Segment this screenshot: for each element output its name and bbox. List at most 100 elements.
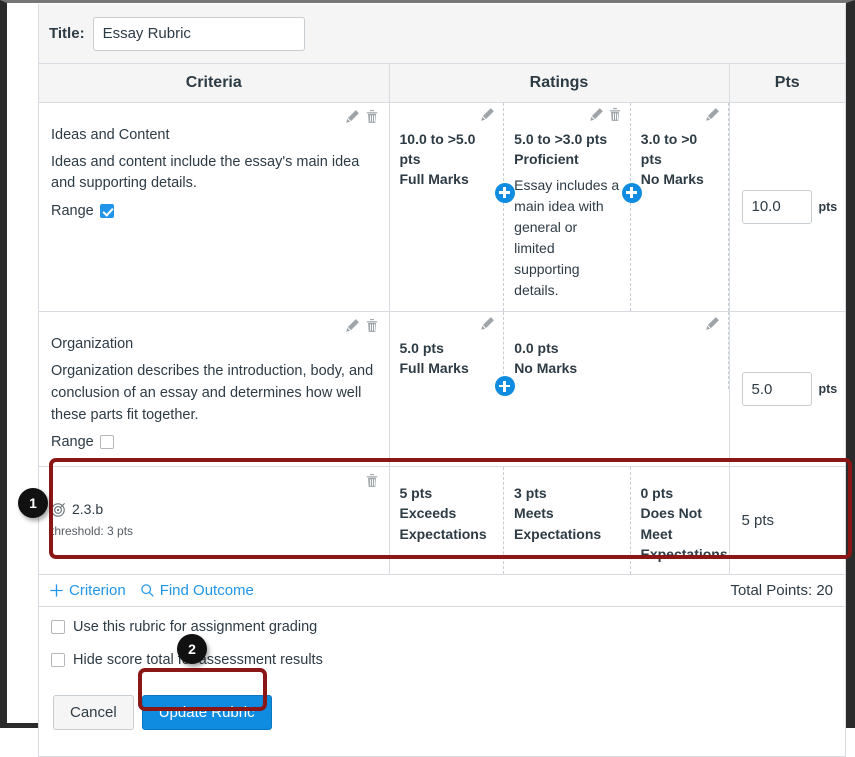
rating-points: 3 pts [514,485,547,502]
rubric-title-input[interactable] [92,16,305,51]
rating-points: 3.0 to >0 pts [640,130,698,167]
points-wrapper: pts [741,189,846,224]
rating-column: 3.0 to >0 pts No Marks [631,102,729,312]
criterion-points-input[interactable] [741,372,812,407]
find-outcome-label: Find Outcome [159,582,254,600]
edit-pencil-icon[interactable] [705,316,720,331]
cancel-button[interactable]: Cancel [53,695,134,731]
rubric-table: Criteria Ratings Pts Ideas and Content I… [39,64,846,575]
rating-actions [480,316,495,331]
rating-name: Meets Expectations [514,505,602,542]
criterion-name: Organization [51,336,134,353]
browser-page-frame: Title: Criteria Ratings Pts [0,0,855,757]
add-criterion-link[interactable]: Criterion [49,582,126,599]
rating-name: Full Marks [399,360,469,377]
ratings-cell: 5.0 pts Full Marks 0.0 pts No Marks [389,311,730,468]
rating-column: 3 pts Meets Expectations [504,467,631,575]
link-group: Criterion Find Outcome [49,582,254,599]
ratings-cell: 10.0 to >5.0 pts Full Marks 5.0 to >3.0 … [389,102,730,313]
update-rubric-button[interactable]: Update Rubric [141,695,272,731]
outcome-threshold: threshold: 3 pts [51,524,134,539]
add-rating-button[interactable] [621,182,642,203]
rating-points: 5 pts [399,485,433,502]
outcome-cell: 2.3.b threshold: 3 pts [39,466,390,575]
criterion-description: Ideas and content include the essay's ma… [51,153,360,192]
outcome-name: 2.3.b [72,501,104,518]
outcome-ratings-cell: 5 pts Exceeds Expectations 3 pts Meets E… [389,466,730,575]
edit-pencil-icon[interactable] [345,318,360,333]
delete-trash-icon[interactable] [608,107,622,122]
delete-trash-icon[interactable] [365,318,379,333]
delete-trash-icon[interactable] [365,109,379,124]
edit-pencil-icon[interactable] [589,107,604,122]
rating-name: Full Marks [399,171,469,188]
rating-actions [705,316,720,331]
table-header-row: Criteria Ratings Pts [39,64,845,103]
add-criterion-label: Criterion [69,582,126,600]
points-suffix: pts [818,382,838,397]
range-label: Range [51,434,94,451]
outcome-actions [365,473,379,488]
rating-actions [589,107,622,122]
rating-points: 0 pts [640,485,674,502]
rating-name: Exceeds Expectations [399,505,487,542]
rating-points: 5.0 to >3.0 pts [514,130,608,147]
option-hide-score-total[interactable]: Hide score total for assessment results [51,652,835,668]
use-for-grading-label: Use this rubric for assignment grading [73,619,318,636]
add-rating-button[interactable] [494,182,515,203]
criterion-cell: Ideas and Content Ideas and content incl… [39,102,390,313]
range-checkbox[interactable] [99,204,114,218]
points-cell: pts [729,102,846,313]
rating-column: 5.0 pts Full Marks [390,312,505,389]
criterion-points-input[interactable] [741,189,812,224]
rating-name: Proficient [514,150,579,167]
add-rating-button[interactable] [494,376,515,397]
rating-name: Does Not Meet Expectations [640,505,728,562]
criterion-name: Ideas and Content [51,126,170,143]
outcome-title-row: 2.3.b [51,501,377,517]
rubric-editor-panel: Title: Criteria Ratings Pts [38,4,846,757]
panel-bottom-padding [39,744,845,756]
rating-column: 5.0 to >3.0 pts Proficient Essay include… [504,102,631,312]
outcome-points-cell: 5 pts [729,467,845,575]
points-suffix: pts [818,199,838,214]
edit-pencil-icon[interactable] [345,109,360,124]
rating-name: No Marks [640,171,704,188]
rubric-title-row: Title: [39,4,845,64]
edit-pencil-icon[interactable] [480,107,495,122]
column-header-ratings: Ratings [389,64,730,103]
rating-actions [705,107,720,122]
table-row: Organization Organization describes the … [39,311,846,468]
table-row: Ideas and Content Ideas and content incl… [39,102,846,313]
option-use-for-grading[interactable]: Use this rubric for assignment grading [51,619,835,635]
total-points-label: Total Points: 20 [730,582,833,600]
criterion-description: Organization describes the introduction,… [51,363,374,423]
ratings-grid: 10.0 to >5.0 pts Full Marks 5.0 to >3.0 … [390,102,729,312]
column-header-criteria: Criteria [39,64,390,103]
delete-trash-icon[interactable] [365,473,379,488]
edit-pencil-icon[interactable] [480,316,495,331]
outcome-target-icon [51,502,66,517]
hide-score-total-checkbox[interactable] [51,653,65,668]
search-icon [140,583,155,598]
column-header-pts: Pts [729,64,845,103]
ratings-grid: 5 pts Exceeds Expectations 3 pts Meets E… [390,467,729,575]
rating-column: 0.0 pts No Marks [504,312,729,389]
criterion-range-row: Range [51,203,377,219]
criterion-actions [345,318,379,333]
range-checkbox[interactable] [99,435,114,450]
criterion-range-row: Range [51,434,377,450]
rating-name: No Marks [514,360,578,377]
rating-points: 0.0 pts [514,340,559,357]
outcome-points-value: 5 pts [741,511,775,529]
edit-pencil-icon[interactable] [705,107,720,122]
range-label: Range [51,203,94,219]
rating-actions [480,107,495,122]
points-wrapper: pts [741,372,846,407]
use-for-grading-checkbox[interactable] [51,620,65,635]
find-outcome-link[interactable]: Find Outcome [140,582,254,599]
table-row-outcome: 2.3.b threshold: 3 pts 5 pts Exceeds Exp… [39,466,845,575]
rating-column: 0 pts Does Not Meet Expectations [631,467,729,574]
rating-points: 5.0 pts [399,340,444,357]
ratings-grid: 5.0 pts Full Marks 0.0 pts No Marks [390,312,729,397]
